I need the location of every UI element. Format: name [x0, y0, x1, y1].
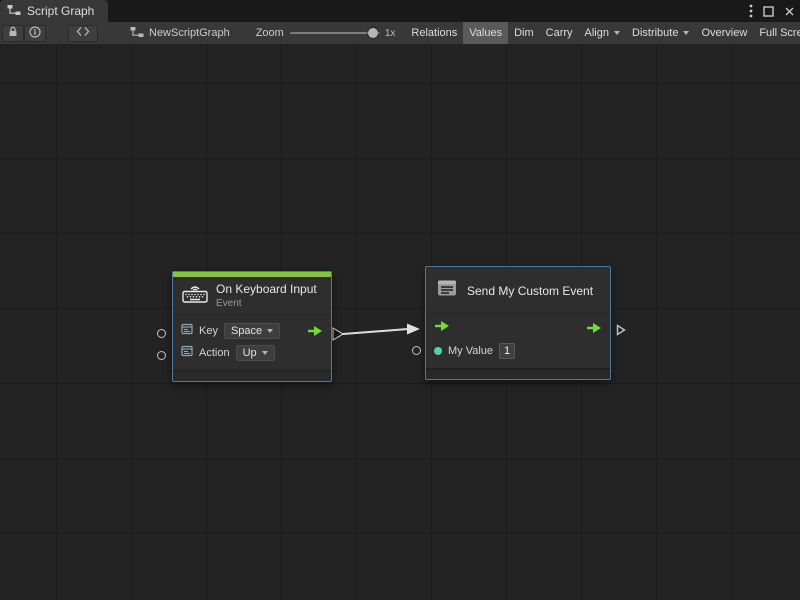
dim-button[interactable]: Dim: [508, 22, 540, 44]
node-header[interactable]: On Keyboard Input Event: [173, 277, 331, 315]
chevron-down-icon: [683, 31, 689, 35]
values-label: Values: [469, 27, 502, 39]
key-dropdown-value: Space: [231, 325, 262, 337]
code-icon: [76, 26, 90, 40]
value-port-circle[interactable]: [412, 346, 421, 355]
port-label-key: Key: [199, 325, 218, 337]
carry-button[interactable]: Carry: [540, 22, 579, 44]
zoom-slider-track[interactable]: [290, 32, 380, 34]
action-dropdown-value: Up: [243, 347, 257, 359]
zoom-value: 1x: [385, 28, 396, 39]
window-tab-bar: Script Graph: [0, 0, 800, 22]
zoom-slider[interactable]: [290, 27, 380, 39]
flow-output-port[interactable]: [586, 322, 602, 334]
port-label-my-value: My Value: [448, 345, 493, 357]
node-on-keyboard-input[interactable]: On Keyboard Input Event Key Space: [172, 271, 332, 382]
lock-icon: [7, 25, 19, 41]
value-port-circle[interactable]: [157, 329, 166, 338]
overview-label: Overview: [701, 27, 747, 39]
tab-script-graph[interactable]: Script Graph: [0, 0, 108, 22]
key-dropdown[interactable]: Space: [224, 323, 280, 339]
relations-label: Relations: [411, 27, 457, 39]
port-type-icon: [181, 322, 193, 340]
fullscreen-label: Full Screen: [759, 27, 800, 39]
node-row-action: Action Up: [173, 342, 331, 364]
node-subtitle: Event: [216, 298, 317, 309]
value-port-dot[interactable]: [434, 347, 442, 355]
graph-toolbar: NewScriptGraph Zoom 1x Relations Values …: [0, 22, 800, 44]
flow-port-triangle[interactable]: [616, 323, 626, 341]
value-port-circle[interactable]: [157, 351, 166, 360]
carry-label: Carry: [546, 27, 573, 39]
connection-wire[interactable]: [0, 44, 800, 600]
script-graph-icon: [130, 26, 144, 41]
graph-name-label: NewScriptGraph: [149, 27, 230, 39]
align-button[interactable]: Align: [579, 22, 626, 44]
zoom-slider-handle[interactable]: [368, 28, 378, 38]
graph-name[interactable]: NewScriptGraph: [130, 26, 230, 41]
graph-canvas[interactable]: On Keyboard Input Event Key Space: [0, 44, 800, 600]
relations-button[interactable]: Relations: [405, 22, 463, 44]
close-icon[interactable]: [784, 6, 795, 17]
kebab-menu-icon[interactable]: [749, 4, 753, 18]
align-label: Align: [585, 27, 609, 39]
wire-line: [343, 329, 408, 334]
code-view-button[interactable]: [68, 25, 98, 42]
tab-title: Script Graph: [27, 4, 94, 18]
port-label-action: Action: [199, 347, 230, 359]
distribute-label: Distribute: [632, 27, 678, 39]
flow-output-port[interactable]: [307, 325, 323, 337]
node-row-my-value: My Value 1: [426, 339, 610, 362]
my-value-input[interactable]: 1: [499, 343, 515, 359]
node-body: My Value 1: [426, 314, 610, 365]
node-row-flow: [426, 316, 610, 339]
overview-button[interactable]: Overview: [695, 22, 753, 44]
wire-head-arrow: [407, 324, 420, 335]
node-footer: [173, 370, 331, 381]
action-dropdown[interactable]: Up: [236, 345, 275, 361]
node-title: Send My Custom Event: [467, 284, 593, 298]
node-send-my-custom-event[interactable]: Send My Custom Event My Value 1: [425, 266, 611, 380]
window-controls: [749, 0, 795, 22]
fullscreen-button[interactable]: Full Screen: [753, 22, 800, 44]
node-header[interactable]: Send My Custom Event: [426, 267, 610, 314]
zoom-label: Zoom: [256, 27, 284, 39]
wire-source-arrow: [333, 328, 343, 340]
values-button[interactable]: Values: [463, 22, 508, 44]
chevron-down-icon: [262, 351, 268, 355]
node-body: Key Space Action Up: [173, 315, 331, 367]
flow-input-port[interactable]: [434, 319, 450, 337]
port-type-icon: [181, 344, 193, 362]
script-graph-icon: [7, 4, 21, 19]
node-title: On Keyboard Input: [216, 282, 317, 296]
info-icon: [29, 26, 41, 41]
node-footer: [426, 368, 610, 379]
keyboard-icon: [182, 283, 208, 308]
custom-event-icon: [436, 278, 458, 303]
chevron-down-icon: [614, 31, 620, 35]
lock-button[interactable]: [2, 25, 24, 42]
maximize-icon[interactable]: [763, 6, 774, 17]
toolbar-buttons: Relations Values Dim Carry Align Distrib…: [405, 22, 800, 44]
distribute-button[interactable]: Distribute: [626, 22, 695, 44]
node-row-key: Key Space: [173, 320, 331, 342]
info-button[interactable]: [24, 25, 46, 42]
dim-label: Dim: [514, 27, 534, 39]
chevron-down-icon: [267, 329, 273, 333]
